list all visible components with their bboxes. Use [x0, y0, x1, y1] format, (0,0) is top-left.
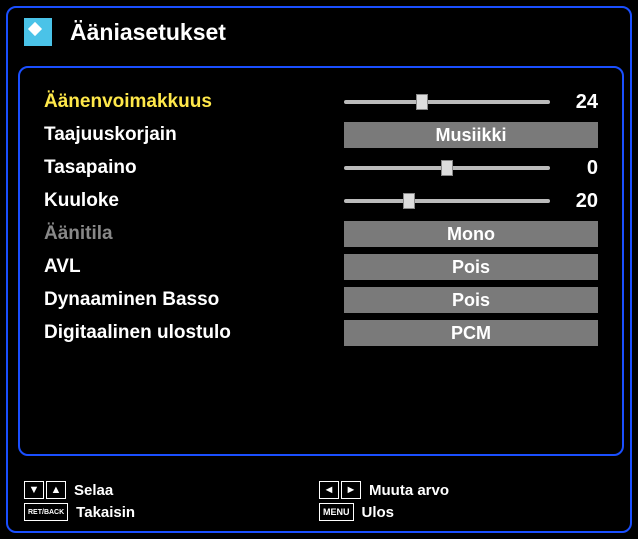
slider-thumb[interactable] [403, 193, 415, 209]
setting-control: 0 [344, 157, 598, 180]
hint-navigate: ▼ ▲ Selaa [24, 481, 319, 499]
left-key-icon: ◄ [319, 481, 339, 499]
setting-row[interactable]: Digitaalinen ulostuloPCM [44, 317, 598, 349]
slider-value: 24 [562, 91, 598, 114]
setting-label: Digitaalinen ulostulo [44, 322, 344, 344]
setting-label: Äänitila [44, 223, 344, 245]
setting-row[interactable]: Tasapaino 0 [44, 152, 598, 184]
select-box[interactable]: Musiikki [344, 122, 598, 148]
header: Ääniasetukset [8, 8, 630, 60]
slider-thumb[interactable] [416, 94, 428, 110]
window-frame: Ääniasetukset Äänenvoimakkuus 24 Taajuusko… [6, 6, 632, 533]
setting-control: 24 [344, 91, 598, 114]
setting-row[interactable]: Dynaaminen BassoPois [44, 284, 598, 316]
setting-row[interactable]: AVLPois [44, 251, 598, 283]
up-key-icon: ▲ [46, 481, 66, 499]
setting-label: Taajuuskorjain [44, 124, 344, 146]
down-key-icon: ▼ [24, 481, 44, 499]
slider[interactable]: 0 [344, 157, 598, 180]
hint-exit: MENU Ulos [319, 503, 614, 521]
slider-thumb[interactable] [441, 160, 453, 176]
setting-row[interactable]: TaajuuskorjainMusiikki [44, 119, 598, 151]
slider-value: 20 [562, 190, 598, 213]
slider-track[interactable] [344, 166, 550, 170]
setting-control: 20 [344, 190, 598, 213]
setting-control: Mono [344, 221, 598, 247]
slider-track[interactable] [344, 100, 550, 104]
retback-key-icon: RET/BACK [24, 503, 68, 521]
slider[interactable]: 24 [344, 91, 598, 114]
sound-settings-icon [24, 18, 52, 46]
hint-change: ◄ ► Muuta arvo [319, 481, 614, 499]
hint-back-label: Takaisin [76, 504, 135, 521]
setting-control: Pois [344, 287, 598, 313]
slider[interactable]: 20 [344, 190, 598, 213]
hint-back: RET/BACK Takaisin [24, 503, 319, 521]
select-box[interactable]: Pois [344, 287, 598, 313]
hint-navigate-label: Selaa [74, 482, 113, 499]
setting-label: Dynaaminen Basso [44, 289, 344, 311]
select-box[interactable]: Pois [344, 254, 598, 280]
setting-row[interactable]: ÄänitilaMono [44, 218, 598, 250]
setting-label: Kuuloke [44, 190, 344, 212]
settings-panel: Äänenvoimakkuus24TaajuuskorjainMusiikkiT… [18, 66, 624, 456]
setting-label: AVL [44, 256, 344, 278]
page-title: Ääniasetukset [70, 19, 226, 46]
setting-control: PCM [344, 320, 598, 346]
setting-label: Tasapaino [44, 157, 344, 179]
setting-row[interactable]: Äänenvoimakkuus 24 [44, 86, 598, 118]
footer-hints: ▼ ▲ Selaa ◄ ► Muuta arvo RET/BACK Takais… [24, 481, 614, 521]
setting-control: Pois [344, 254, 598, 280]
menu-key-icon: MENU [319, 503, 354, 521]
setting-row[interactable]: Kuuloke 20 [44, 185, 598, 217]
slider-value: 0 [562, 157, 598, 180]
right-key-icon: ► [341, 481, 361, 499]
slider-track[interactable] [344, 199, 550, 203]
select-box[interactable]: Mono [344, 221, 598, 247]
setting-control: Musiikki [344, 122, 598, 148]
hint-change-label: Muuta arvo [369, 482, 449, 499]
hint-exit-label: Ulos [362, 504, 395, 521]
setting-label: Äänenvoimakkuus [44, 91, 344, 113]
select-box[interactable]: PCM [344, 320, 598, 346]
